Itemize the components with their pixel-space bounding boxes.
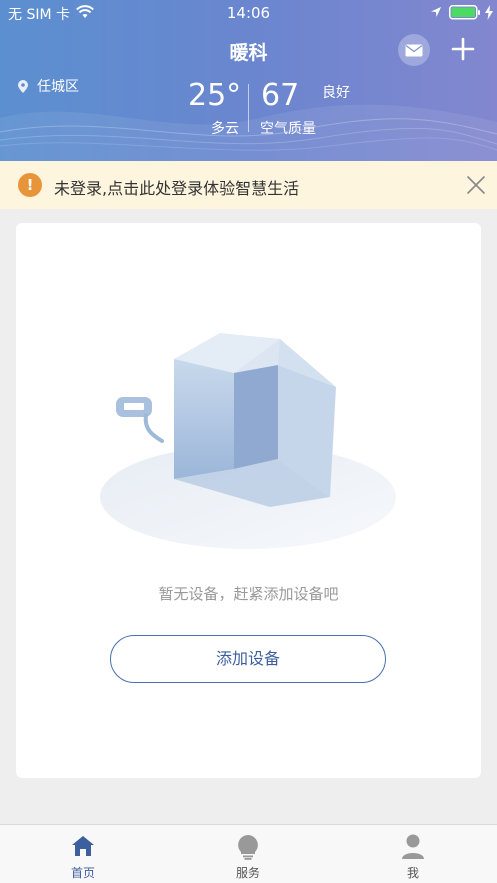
tab-service[interactable]: 服务 <box>188 825 308 883</box>
charging-icon <box>485 5 493 20</box>
status-bar: 无 SIM 卡 14:06 <box>0 0 497 26</box>
aqi-label: 空气质量 <box>260 121 316 137</box>
tab-bar: 首页 服务 我 <box>0 824 497 883</box>
status-time: 14:06 <box>226 4 271 22</box>
weather-divider <box>248 84 249 132</box>
add-device-button[interactable]: 添加设备 <box>110 635 386 683</box>
city-name: 任城区 <box>37 79 79 95</box>
tab-me[interactable]: 我 <box>353 825 473 883</box>
city-location[interactable]: 任城区 <box>18 76 79 96</box>
lightbulb-icon <box>238 835 258 860</box>
device-card: 暂无设备，赶紧添加设备吧 添加设备 <box>16 223 481 778</box>
empty-box-illustration <box>100 333 396 549</box>
header: 无 SIM 卡 14:06 暖科 任城区 25° 多云 67 良好 空气质量 <box>0 0 497 161</box>
weather-condition: 多云 <box>211 121 239 137</box>
location-pin-icon <box>18 79 28 93</box>
messages-button[interactable] <box>398 34 430 66</box>
tab-service-label: 服务 <box>235 866 260 880</box>
tab-me-label: 我 <box>406 866 419 880</box>
aqi-level: 良好 <box>322 85 350 101</box>
user-icon <box>402 834 424 859</box>
aqi-value: 67 <box>261 78 300 113</box>
mail-icon <box>405 44 423 56</box>
home-icon <box>72 836 94 856</box>
tab-home[interactable]: 首页 <box>23 825 143 883</box>
location-arrow-icon <box>431 7 441 17</box>
login-banner[interactable]: ! 未登录,点击此处登录体验智慧生活 <box>0 161 497 209</box>
empty-state-message: 暂无设备，赶紧添加设备吧 <box>158 585 339 603</box>
plus-icon[interactable] <box>450 36 476 62</box>
login-prompt-text: 未登录,点击此处登录体验智慧生活 <box>54 179 300 198</box>
battery-icon <box>449 5 480 20</box>
warning-icon: ! <box>18 173 42 197</box>
temperature-value: 25° <box>188 78 242 113</box>
close-icon[interactable] <box>466 175 486 195</box>
tab-home-label: 首页 <box>70 866 95 880</box>
